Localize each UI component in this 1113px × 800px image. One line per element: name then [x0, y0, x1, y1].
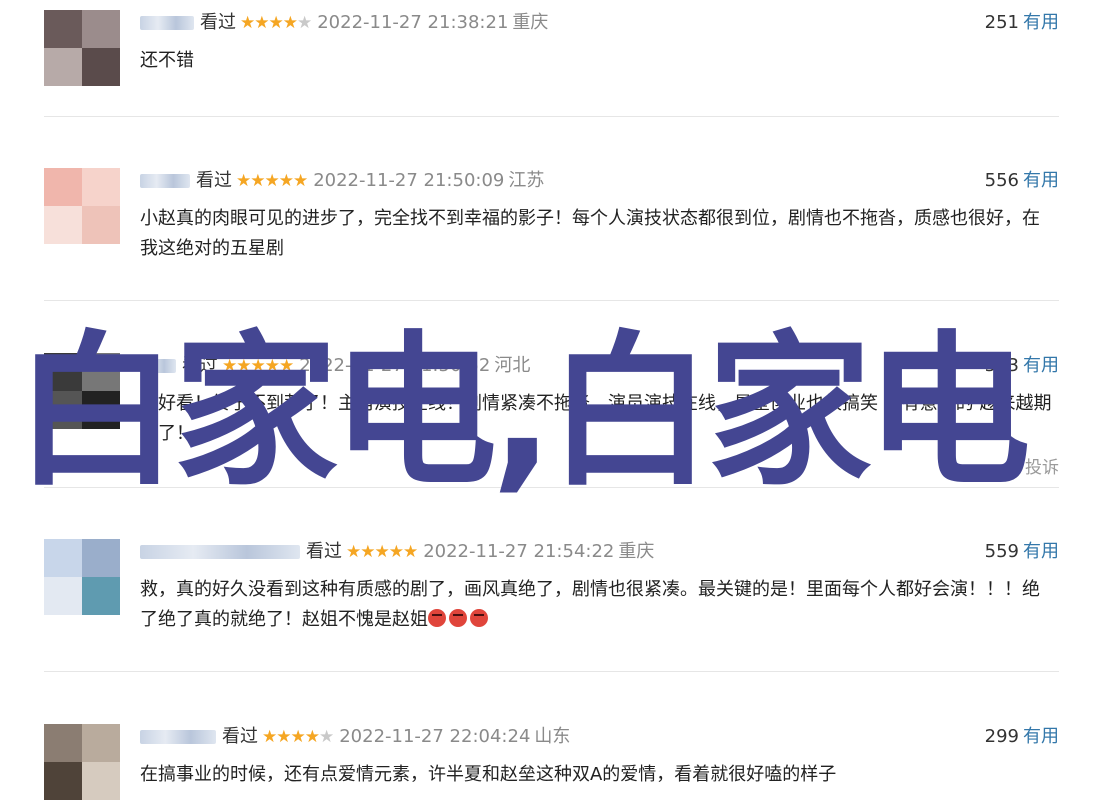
username[interactable] — [140, 730, 216, 744]
useful-button[interactable]: 有用 — [1023, 170, 1059, 191]
review-text: 救，真的好久没看到这种有质感的剧了，画风真绝了，剧情也很紧凑。最关键的是！里面每… — [140, 579, 1040, 630]
divider — [44, 671, 1059, 672]
review-time: 2022-11-27 21:50:09 — [313, 170, 505, 191]
review-content: 还不错 — [140, 50, 194, 71]
avatar[interactable] — [44, 724, 120, 800]
votes: 556 有用 — [985, 168, 1059, 194]
divider — [44, 300, 1059, 301]
rating-stars: ★★★★★ — [236, 171, 308, 191]
review-item: 看过 ★★★★★ 2022-11-27 21:38:21 重庆 251 有用 还不错 — [44, 10, 1059, 110]
review-content: 在搞事业的时候，还有点爱情元素，许半夏和赵垒这种双A的爱情，看着就很好嗑的样子 — [140, 764, 837, 785]
review-location: 江苏 — [508, 170, 545, 191]
review-item: 看过 ★★★★★ 2022-11-27 21:54:22 重庆 559 有用 救，真的好… — [44, 539, 1059, 659]
watch-status: 看过 — [222, 726, 258, 747]
review-time: 2022-11-27 22:04:24 — [339, 726, 531, 747]
angry-emoji-icon — [428, 609, 446, 627]
divider — [44, 116, 1059, 117]
review-meta: 看过 ★★★★★ 2022-11-27 21:54:22 重庆 — [140, 539, 654, 565]
review-meta: 看过 ★★★★★ 2022-11-27 21:38:21 重庆 — [140, 10, 548, 36]
votes: 251 有用 — [985, 10, 1059, 36]
vote-count: 559 — [984, 541, 1019, 562]
review-meta: 看过 ★★★★★ 2022-11-27 22:04:24 山东 — [140, 724, 570, 750]
useful-button[interactable]: 有用 — [1023, 12, 1059, 33]
watch-status: 看过 — [196, 170, 232, 191]
overlay-watermark-text: 白家电,白家电 — [14, 316, 1031, 508]
review-time: 2022-11-27 21:38:21 — [317, 12, 509, 33]
rating-stars: ★★★★★ — [240, 13, 312, 33]
username[interactable] — [140, 16, 194, 30]
review-location: 山东 — [534, 726, 571, 747]
review-location: 重庆 — [618, 541, 655, 562]
username[interactable] — [140, 545, 300, 559]
vote-count: 299 — [984, 726, 1019, 747]
vote-count: 556 — [984, 170, 1019, 191]
review-content: 救，真的好久没看到这种有质感的剧了，画风真绝了，剧情也很紧凑。最关键的是！里面每… — [140, 575, 1055, 635]
watch-status: 看过 — [200, 12, 236, 33]
review-item: 看过 ★★★★★ 2022-11-27 21:50:09 江苏 556 有用 小赵真的肉… — [44, 168, 1059, 288]
avatar[interactable] — [44, 539, 120, 615]
useful-button[interactable]: 有用 — [1023, 726, 1059, 747]
avatar[interactable] — [44, 168, 120, 244]
angry-emoji-icon — [449, 609, 467, 627]
rating-stars: ★★★★★ — [346, 542, 418, 562]
review-meta: 看过 ★★★★★ 2022-11-27 21:50:09 江苏 — [140, 168, 544, 194]
review-item: 看过 ★★★★★ 2022-11-27 22:04:24 山东 299 有用 在搞事业的… — [44, 724, 1059, 800]
watch-status: 看过 — [306, 541, 342, 562]
useful-button[interactable]: 有用 — [1023, 541, 1059, 562]
rating-stars: ★★★★★ — [262, 727, 334, 747]
review-content: 小赵真的肉眼可见的进步了，完全找不到幸福的影子！每个人演技状态都很到位，剧情也不… — [140, 208, 1040, 259]
avatar[interactable] — [44, 10, 120, 86]
vote-count: 251 — [984, 12, 1019, 33]
angry-emoji-icon — [470, 609, 488, 627]
username[interactable] — [140, 174, 190, 188]
review-time: 2022-11-27 21:54:22 — [423, 541, 615, 562]
votes: 559 有用 — [985, 539, 1059, 565]
review-location: 重庆 — [512, 12, 549, 33]
votes: 299 有用 — [985, 724, 1059, 750]
